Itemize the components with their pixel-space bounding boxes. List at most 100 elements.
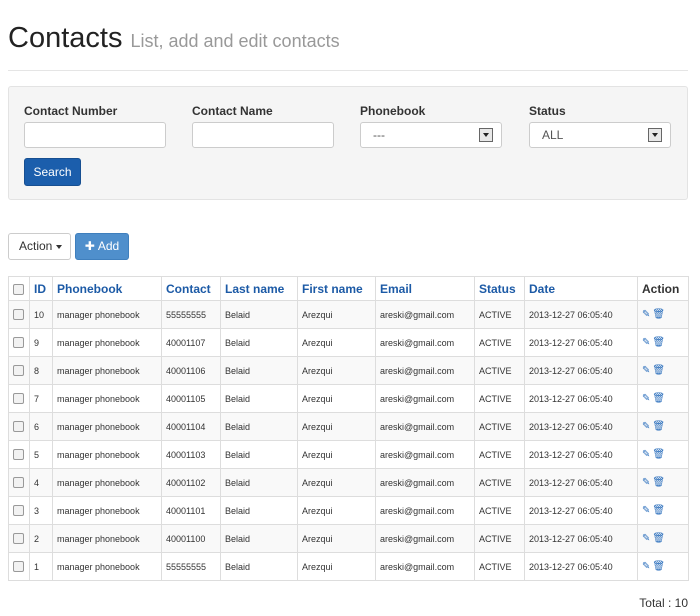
row-actions-cell: ✎ 🗑 [637, 328, 689, 357]
trash-icon[interactable]: 🗑 [652, 477, 665, 488]
table-row: 1 manager phonebook 55555555 Belaid Arezqui a… [8, 552, 689, 581]
cell-first-name: Arezqui [297, 552, 376, 581]
table-row: 4 manager phonebook 40001102 Belaid Arezqui a… [8, 468, 689, 497]
row-checkbox[interactable] [13, 421, 24, 433]
phonebook-select[interactable]: --- [360, 122, 502, 148]
trash-icon[interactable]: 🗑 [652, 393, 665, 404]
row-checkbox[interactable] [13, 449, 24, 461]
row-checkbox[interactable] [13, 533, 24, 545]
trash-icon[interactable]: 🗑 [652, 309, 665, 320]
cell-date: 2013-12-27 06:05:40 [524, 300, 638, 329]
row-actions-cell: ✎ 🗑 [637, 440, 689, 469]
cell-first-name: Arezqui [297, 356, 376, 385]
trash-icon[interactable]: 🗑 [652, 561, 665, 572]
trash-icon[interactable]: 🗑 [652, 421, 665, 432]
column-header-email[interactable]: Email [375, 276, 475, 301]
cell-email: areski@gmail.com [375, 440, 475, 469]
cell-first-name: Arezqui [297, 300, 376, 329]
row-actions-cell: ✎ 🗑 [637, 468, 689, 497]
select-all-checkbox[interactable] [13, 283, 24, 295]
trash-icon[interactable]: 🗑 [652, 449, 665, 460]
table-row: 6 manager phonebook 40001104 Belaid Arezqui a… [8, 412, 689, 441]
column-header-last-name[interactable]: Last name [220, 276, 298, 301]
edit-icon[interactable]: ✎ [642, 365, 650, 376]
edit-icon[interactable]: ✎ [642, 337, 650, 348]
cell-last-name: Belaid [220, 440, 298, 469]
row-select-cell [8, 328, 30, 357]
edit-icon[interactable]: ✎ [642, 533, 650, 544]
search-button[interactable]: Search [24, 158, 81, 186]
cell-date: 2013-12-27 06:05:40 [524, 356, 638, 385]
chevron-down-icon [479, 128, 493, 142]
edit-icon[interactable]: ✎ [642, 309, 650, 320]
row-select-cell [8, 412, 30, 441]
row-select-cell [8, 552, 30, 581]
add-contact-button[interactable]: ✚ Add [75, 233, 129, 260]
cell-id: 6 [29, 412, 53, 441]
trash-icon[interactable]: 🗑 [652, 365, 665, 376]
cell-status: ACTIVE [474, 300, 525, 329]
cell-last-name: Belaid [220, 356, 298, 385]
edit-icon[interactable]: ✎ [642, 505, 650, 516]
row-checkbox[interactable] [13, 393, 24, 405]
trash-icon[interactable]: 🗑 [652, 533, 665, 544]
column-header-date[interactable]: Date [524, 276, 638, 301]
action-dropdown-button[interactable]: Action [8, 233, 71, 260]
column-header-phonebook[interactable]: Phonebook [52, 276, 162, 301]
contact-name-input[interactable] [192, 122, 334, 148]
cell-contact: 55555555 [161, 300, 221, 329]
row-checkbox[interactable] [13, 477, 24, 489]
cell-email: areski@gmail.com [375, 300, 475, 329]
row-checkbox[interactable] [13, 309, 24, 321]
cell-email: areski@gmail.com [375, 384, 475, 413]
edit-icon[interactable]: ✎ [642, 393, 650, 404]
status-select[interactable]: ALL [529, 122, 671, 148]
row-select-cell [8, 356, 30, 385]
row-checkbox[interactable] [13, 561, 24, 573]
column-header-first-name[interactable]: First name [297, 276, 376, 301]
table-row: 3 manager phonebook 40001101 Belaid Arezqui a… [8, 496, 689, 525]
cell-status: ACTIVE [474, 496, 525, 525]
edit-icon[interactable]: ✎ [642, 477, 650, 488]
cell-phonebook: manager phonebook [52, 552, 162, 581]
row-actions-cell: ✎ 🗑 [637, 552, 689, 581]
edit-icon[interactable]: ✎ [642, 561, 650, 572]
phonebook-label: Phonebook [360, 104, 426, 118]
column-header-status[interactable]: Status [474, 276, 525, 301]
cell-last-name: Belaid [220, 384, 298, 413]
row-actions-cell: ✎ 🗑 [637, 412, 689, 441]
cell-date: 2013-12-27 06:05:40 [524, 384, 638, 413]
cell-first-name: Arezqui [297, 328, 376, 357]
contact-number-label: Contact Number [24, 104, 118, 118]
trash-icon[interactable]: 🗑 [652, 505, 665, 516]
cell-last-name: Belaid [220, 496, 298, 525]
row-checkbox[interactable] [13, 505, 24, 517]
row-actions-cell: ✎ 🗑 [637, 356, 689, 385]
select-all-cell [8, 276, 30, 301]
trash-icon[interactable]: 🗑 [652, 337, 665, 348]
cell-email: areski@gmail.com [375, 468, 475, 497]
cell-phonebook: manager phonebook [52, 468, 162, 497]
cell-contact: 40001106 [161, 356, 221, 385]
cell-email: areski@gmail.com [375, 552, 475, 581]
cell-date: 2013-12-27 06:05:40 [524, 524, 638, 553]
row-checkbox[interactable] [13, 337, 24, 349]
column-header-contact[interactable]: Contact [161, 276, 221, 301]
phonebook-selected-value: --- [373, 128, 385, 142]
cell-id: 7 [29, 384, 53, 413]
cell-id: 2 [29, 524, 53, 553]
row-select-cell [8, 496, 30, 525]
edit-icon[interactable]: ✎ [642, 421, 650, 432]
cell-contact: 40001105 [161, 384, 221, 413]
cell-email: areski@gmail.com [375, 328, 475, 357]
row-checkbox[interactable] [13, 365, 24, 377]
column-header-id[interactable]: ID [29, 276, 53, 301]
cell-first-name: Arezqui [297, 384, 376, 413]
contact-number-input[interactable] [24, 122, 166, 148]
edit-icon[interactable]: ✎ [642, 449, 650, 460]
page-header: Contacts List, add and edit contacts [8, 18, 688, 71]
table-row: 9 manager phonebook 40001107 Belaid Arezqui a… [8, 328, 689, 357]
filter-panel: Contact Number Contact Name Phonebook --… [8, 86, 688, 200]
cell-phonebook: manager phonebook [52, 440, 162, 469]
cell-status: ACTIVE [474, 524, 525, 553]
